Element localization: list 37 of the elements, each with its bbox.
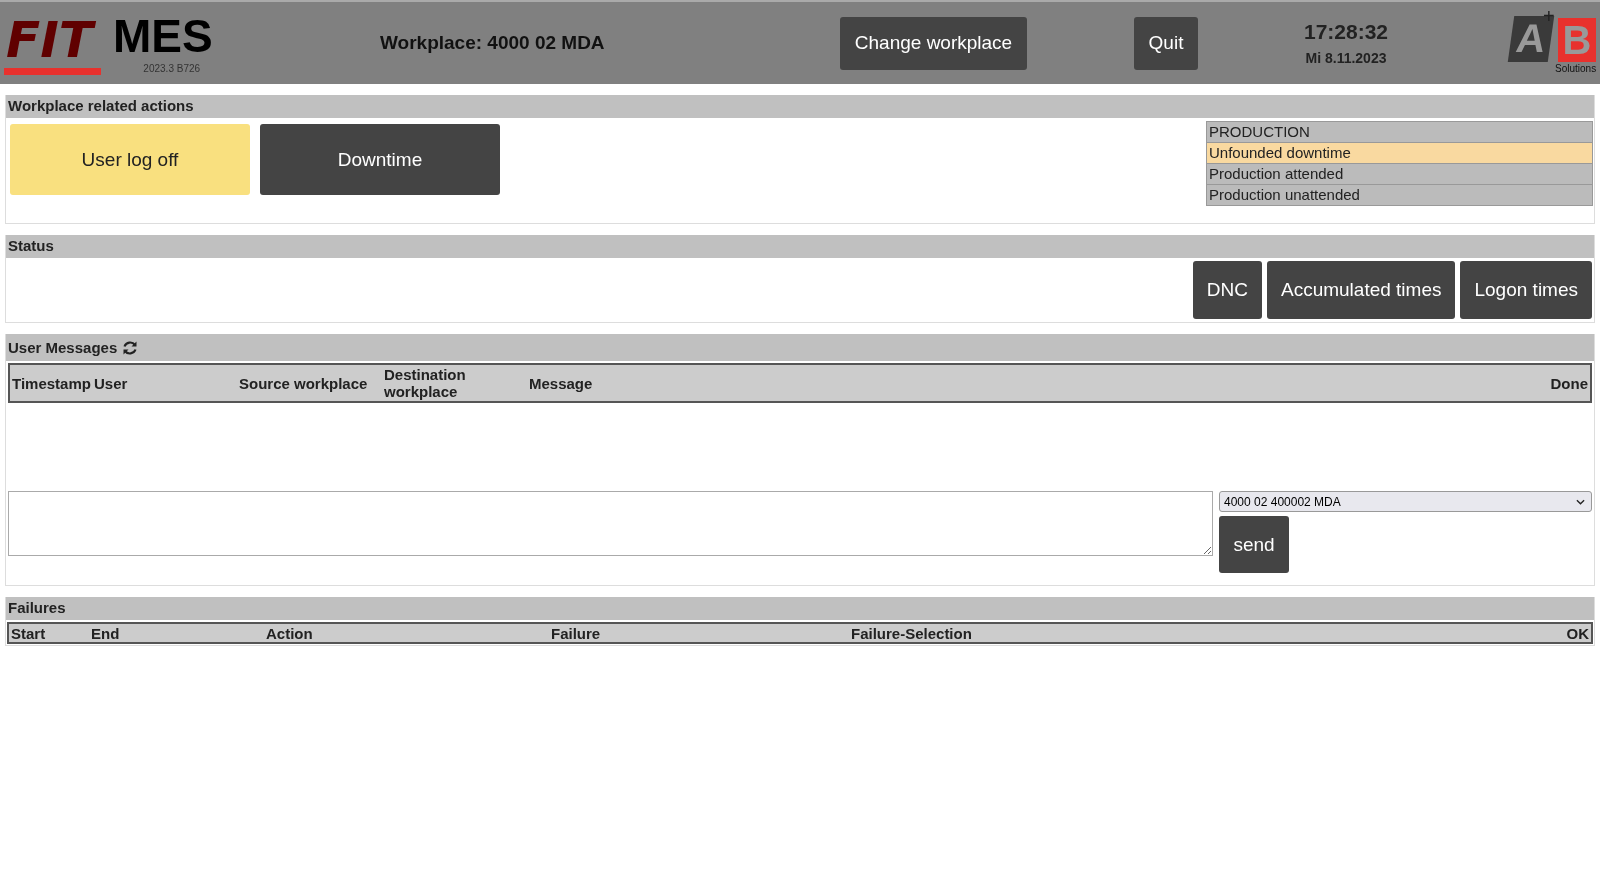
column-header: End [91, 624, 121, 642]
clock-date: Mi 8.11.2023 [1305, 50, 1387, 66]
clock-time: 17:28:32 [1303, 20, 1389, 44]
action-button[interactable]: User log off [10, 124, 250, 195]
chevron-icon [1576, 498, 1585, 505]
column-header: Failure [551, 624, 602, 642]
list-item[interactable]: Production attended [1207, 164, 1592, 185]
column-header: Timestamp [12, 374, 92, 392]
logo-mark: FIT [4, 11, 101, 75]
column-header: Start [11, 624, 47, 642]
list-item[interactable]: Production unattended [1207, 185, 1592, 205]
app-name: MES [112, 12, 213, 59]
status-button[interactable]: Logon times [1460, 261, 1592, 319]
status-button[interactable]: Accumulated times [1266, 261, 1456, 319]
workplace-label: Workplace: 4000 02 MDA [380, 32, 606, 54]
message-input[interactable] [8, 491, 1213, 556]
change-workplace-button[interactable]: Change workplace [840, 16, 1027, 70]
destination-select[interactable]: 4000 02 400002 MDA [1219, 491, 1592, 512]
column-header: Destination workplace [384, 366, 467, 400]
column-header: Message [529, 374, 594, 392]
version-label: 2023.3 B726 [143, 62, 201, 74]
column-header: User [94, 374, 129, 392]
column-header: Action [266, 624, 314, 642]
action-button[interactable]: Downtime [260, 124, 500, 195]
column-header: OK [1566, 624, 1589, 642]
send-button[interactable]: send [1219, 516, 1289, 573]
section-header: Failures [6, 597, 1594, 620]
section-header: Status [6, 235, 1594, 258]
section-header: Workplace related actions [6, 95, 1594, 118]
quit-button[interactable]: Quit [1134, 16, 1198, 70]
column-header: Failure-Selection [851, 624, 973, 642]
section-header: User Messages [8, 339, 118, 356]
column-header: Done [1550, 374, 1588, 392]
list-item[interactable]: Unfounded downtime [1207, 143, 1592, 164]
status-button[interactable]: DNC [1192, 261, 1262, 319]
refresh-icon[interactable] [122, 339, 139, 356]
column-header: Source workplace [239, 374, 369, 392]
